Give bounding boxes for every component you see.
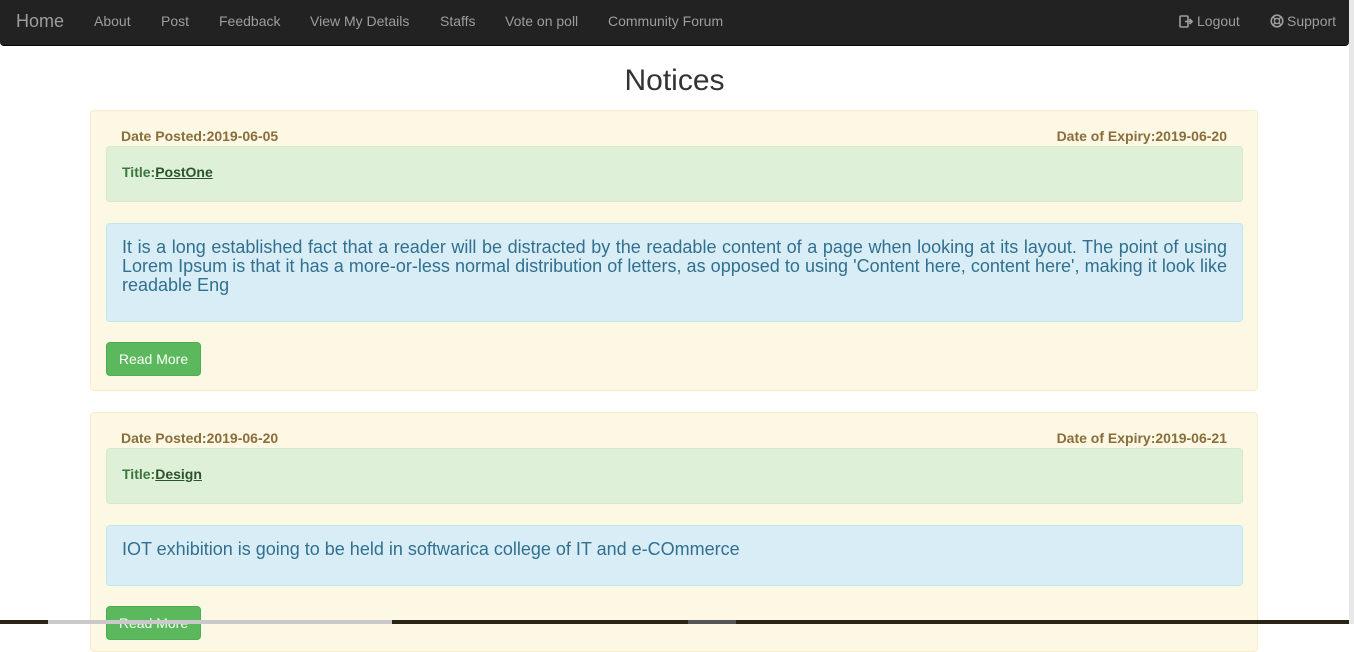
nav-item-feedback[interactable]: Feedback: [219, 13, 280, 29]
nav-home-link[interactable]: Home: [16, 11, 64, 32]
taskbar-strip: [0, 620, 1349, 624]
notice-title-label: Title:: [122, 164, 156, 180]
notice-body: It is a long established fact that a rea…: [106, 223, 1243, 322]
nav-item-staffs[interactable]: Staffs: [440, 13, 476, 29]
date-posted: Date Posted:2019-06-20: [121, 430, 279, 446]
support-link[interactable]: Support: [1270, 13, 1336, 29]
logout-link[interactable]: Logout: [1179, 13, 1240, 29]
nav-item-vote-on-poll[interactable]: Vote on poll: [505, 13, 578, 29]
taskbar-segment: [688, 620, 736, 624]
nav-item-community-forum[interactable]: Community Forum: [608, 13, 723, 29]
page-title: Notices: [624, 64, 725, 97]
notice-title-box: Title:Design: [106, 448, 1243, 504]
page-scrollbar[interactable]: [1349, 0, 1354, 624]
notice-title-label: Title:: [122, 466, 156, 482]
taskbar-segment: [48, 620, 392, 624]
read-more-button[interactable]: Read More: [106, 342, 201, 376]
top-navbar: Home About Post Feedback View My Details…: [0, 0, 1349, 46]
logout-icon: [1179, 14, 1194, 28]
date-posted: Date Posted:2019-06-05: [121, 128, 279, 144]
date-of-expiry: Date of Expiry:2019-06-20: [1056, 128, 1227, 144]
notice-title-box: Title:PostOne: [106, 146, 1243, 202]
nav-item-post[interactable]: Post: [161, 13, 189, 29]
nav-item-view-my-details[interactable]: View My Details: [310, 13, 409, 29]
notice-card: Date Posted:2019-06-20 Date of Expiry:20…: [90, 412, 1258, 652]
notice-title-link[interactable]: PostOne: [155, 164, 213, 180]
notice-card: Date Posted:2019-06-05 Date of Expiry:20…: [90, 110, 1258, 391]
support-label: Support: [1287, 13, 1337, 29]
notice-title-link[interactable]: Design: [155, 466, 202, 482]
lifebuoy-icon: [1270, 14, 1284, 28]
date-of-expiry: Date of Expiry:2019-06-21: [1056, 430, 1227, 446]
nav-item-about[interactable]: About: [94, 13, 131, 29]
logout-label: Logout: [1197, 13, 1240, 29]
notice-body: IOT exhibition is going to be held in so…: [106, 525, 1243, 586]
